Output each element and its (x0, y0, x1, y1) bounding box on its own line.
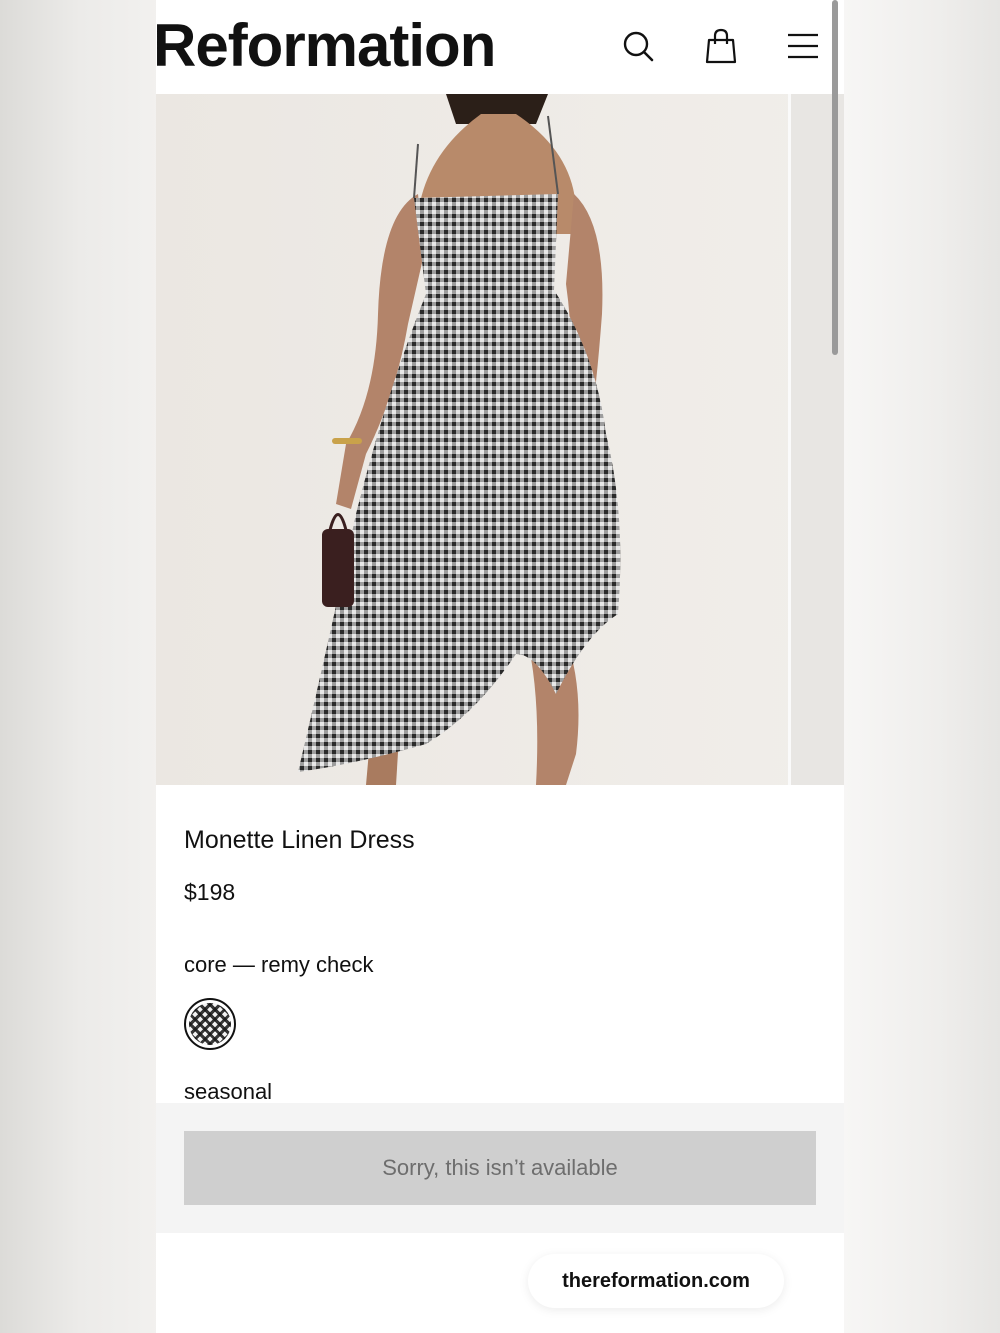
seasonal-label: seasonal (184, 1079, 273, 1104)
browser-url-bar[interactable]: thereformation.com (528, 1254, 784, 1308)
hamburger-menu-icon[interactable] (783, 26, 823, 66)
shopping-bag-icon[interactable] (701, 26, 741, 66)
product-image[interactable] (156, 94, 844, 785)
product-name: Monette Linen Dress (184, 826, 415, 854)
site-header: Reformation (156, 0, 844, 94)
scrollbar[interactable] (832, 0, 838, 355)
gingham-swatch-icon (189, 1003, 231, 1045)
unavailable-button[interactable]: Sorry, this isn’t available (184, 1131, 816, 1205)
color-swatch-remy-check[interactable] (184, 998, 236, 1050)
search-icon[interactable] (618, 26, 658, 66)
product-price: $198 (184, 879, 236, 905)
color-label: core — remy check (184, 952, 374, 977)
phone-screen: Reformation Monette Linen Dress $198 cor… (156, 0, 844, 1333)
background-right (844, 0, 1000, 1333)
logo[interactable]: Reformation (156, 10, 496, 82)
